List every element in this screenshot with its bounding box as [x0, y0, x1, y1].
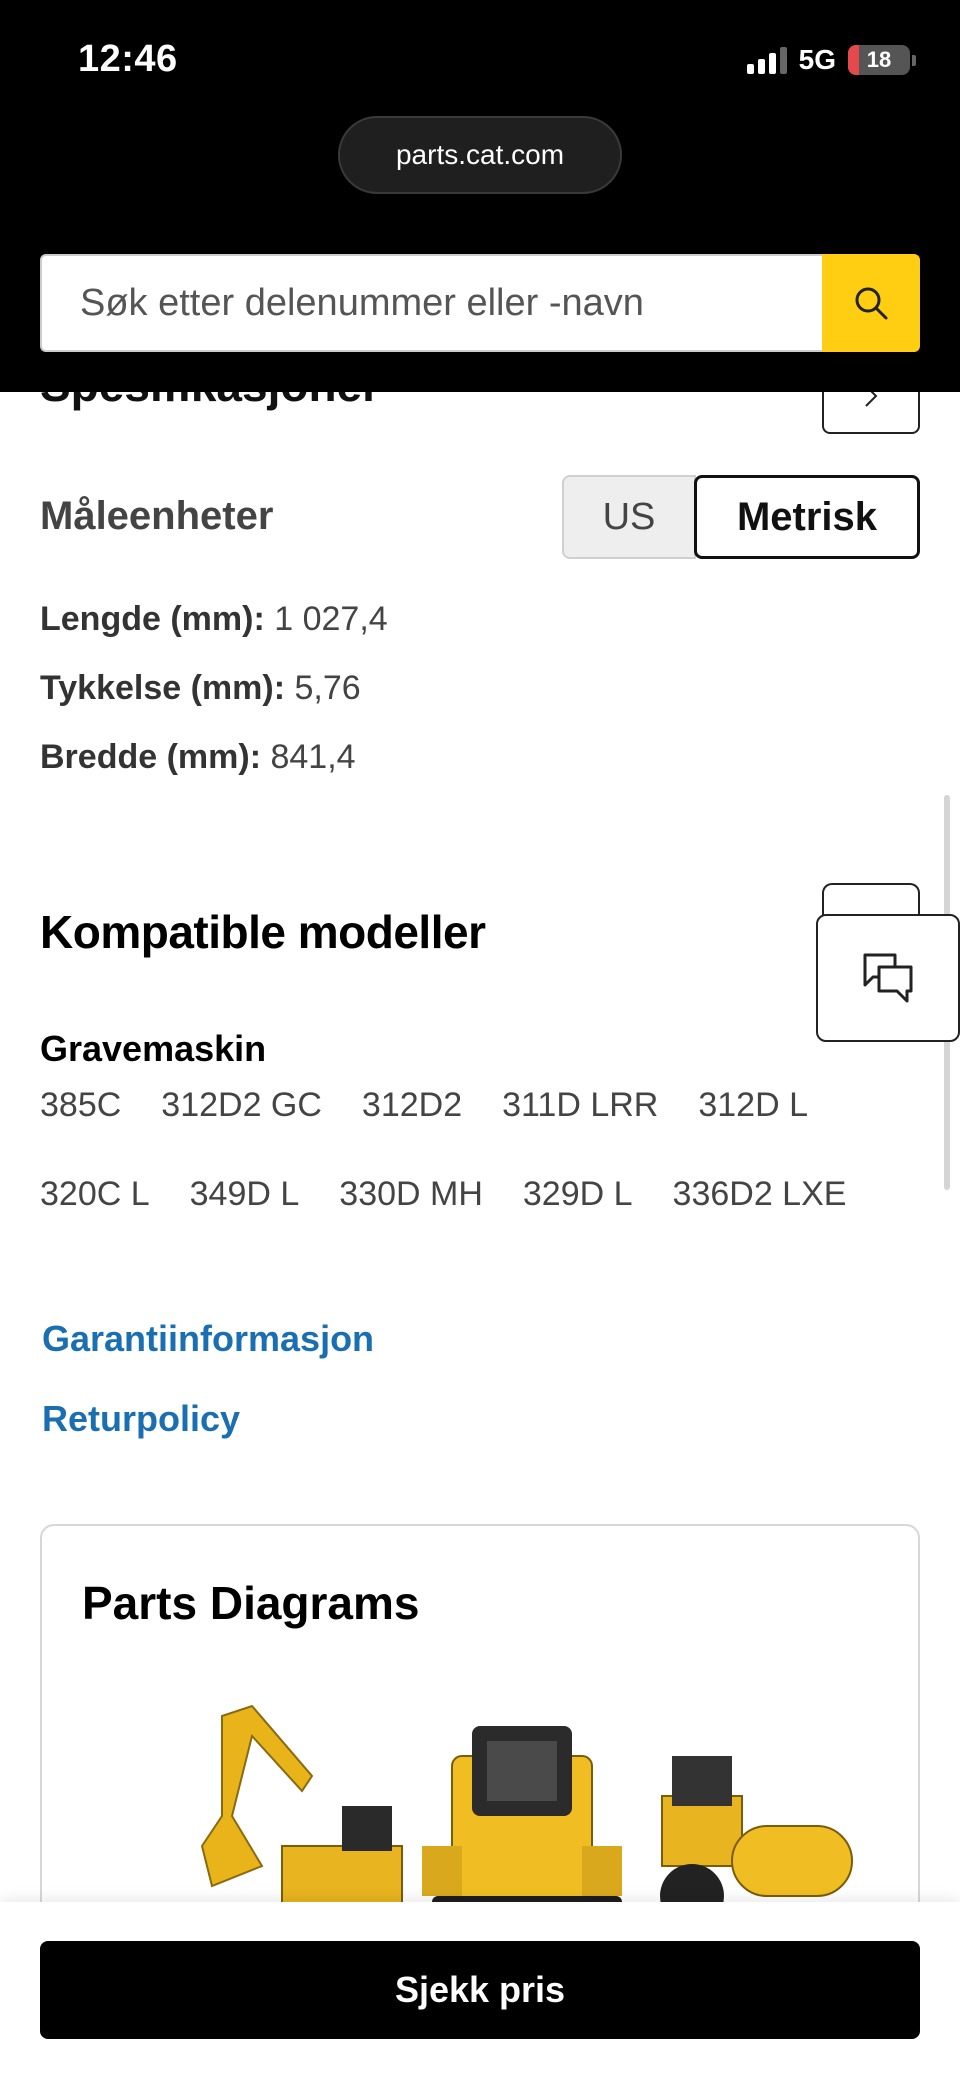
- spec-width: Bredde (mm): 841,4: [40, 738, 356, 777]
- model-link[interactable]: 385C: [40, 1086, 121, 1125]
- models-row-2: 320C L 349D L 330D MH 329D L 336D2 LXE: [40, 1175, 846, 1214]
- spec-thickness: Tykkelse (mm): 5,76: [40, 669, 361, 708]
- url-bar[interactable]: parts.cat.com: [338, 116, 622, 194]
- spec-width-label: Bredde (mm):: [40, 738, 262, 776]
- signal-icon: [746, 46, 787, 74]
- model-link[interactable]: 320C L: [40, 1175, 150, 1214]
- search-icon: [855, 287, 888, 320]
- model-link[interactable]: 330D MH: [339, 1175, 483, 1214]
- model-link[interactable]: 312D L: [698, 1086, 808, 1125]
- spec-thickness-label: Tykkelse (mm):: [40, 669, 286, 707]
- chat-button[interactable]: [816, 914, 960, 1042]
- model-link[interactable]: 336D2 LXE: [673, 1175, 847, 1214]
- browser-chrome: 12:46 5G 18 parts.cat.com: [0, 0, 960, 392]
- spec-length-value: 1 027,4: [274, 600, 388, 638]
- model-link[interactable]: 349D L: [190, 1175, 300, 1214]
- check-price-button[interactable]: Sjekk pris: [40, 1941, 920, 2039]
- battery-icon: 18: [848, 45, 910, 75]
- model-link[interactable]: 329D L: [523, 1175, 633, 1214]
- model-link[interactable]: 312D2: [362, 1086, 462, 1125]
- search-input[interactable]: [40, 254, 822, 352]
- search-button[interactable]: [822, 254, 920, 352]
- unit-us-option[interactable]: US: [562, 475, 696, 559]
- parts-diagrams-title: Parts Diagrams: [82, 1577, 420, 1629]
- units-label: Måleenheter: [40, 494, 274, 538]
- network-type: 5G: [798, 44, 836, 75]
- return-policy-link[interactable]: Returpolicy: [42, 1398, 240, 1440]
- spec-length-label: Lengde (mm):: [40, 600, 265, 638]
- status-time: 12:46: [78, 38, 178, 80]
- compatible-category: Gravemaskin: [40, 1028, 267, 1069]
- models-row-1: 385C 312D2 GC 312D2 311D LRR 312D L: [40, 1086, 808, 1125]
- unit-toggle: US Metrisk: [562, 475, 920, 559]
- unit-metric-option[interactable]: Metrisk: [694, 475, 920, 559]
- status-indicators: 5G 18: [746, 44, 916, 76]
- chat-icon: [863, 953, 913, 1003]
- model-link[interactable]: 311D LRR: [502, 1086, 658, 1125]
- battery-level: 18: [866, 47, 892, 72]
- spec-thickness-value: 5,76: [294, 669, 361, 707]
- warranty-link[interactable]: Garantiinformasjon: [42, 1318, 374, 1360]
- compatible-models-title: Kompatible modeller: [40, 906, 486, 958]
- model-link[interactable]: 312D2 GC: [161, 1086, 322, 1125]
- spec-width-value: 841,4: [270, 738, 356, 776]
- bottom-action-bar: Sjekk pris: [0, 1902, 960, 2078]
- spec-length: Lengde (mm): 1 027,4: [40, 600, 388, 639]
- search-bar: [40, 254, 920, 352]
